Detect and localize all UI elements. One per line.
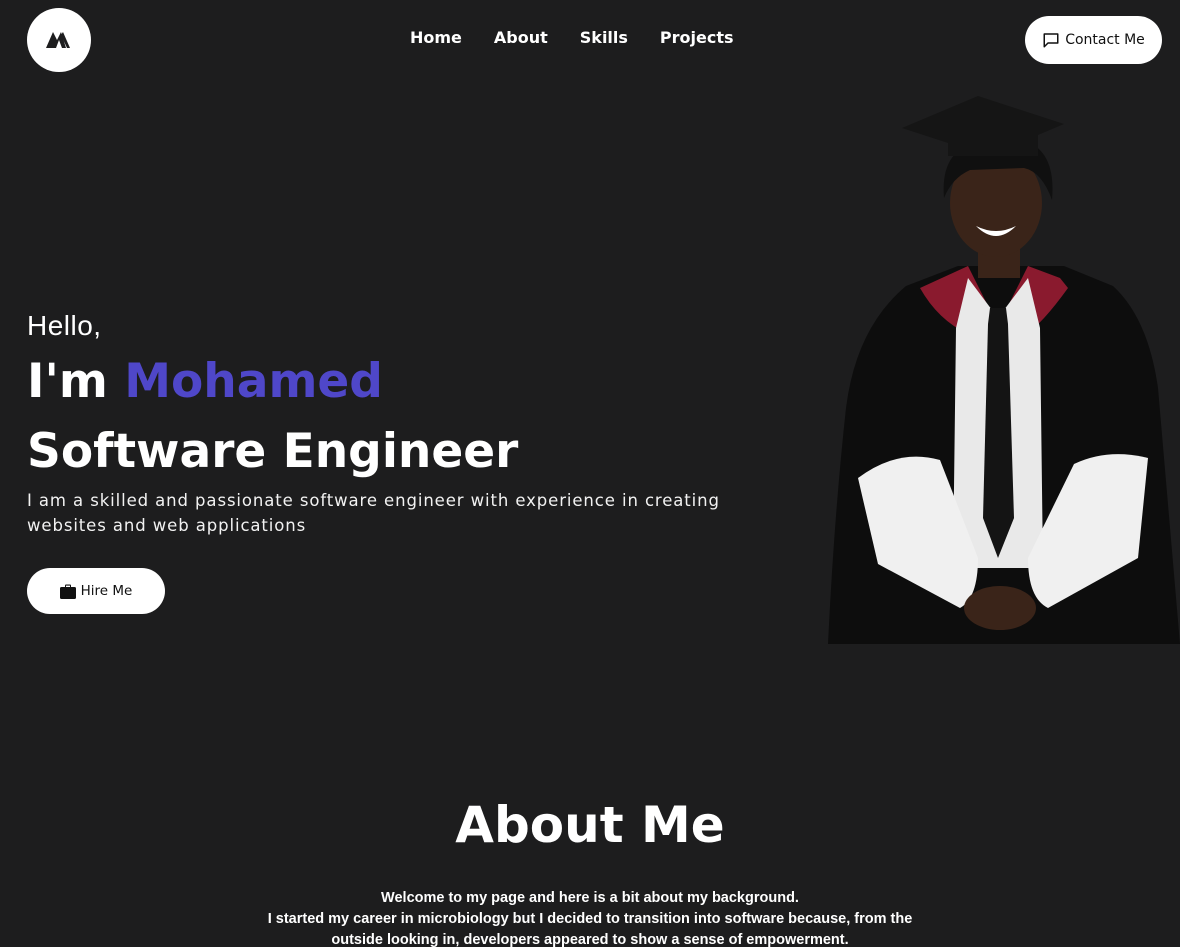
- hire-me-button[interactable]: Hire Me: [27, 568, 165, 614]
- hero-role: Software Engineer: [27, 424, 519, 479]
- nav-skills[interactable]: Skills: [580, 28, 628, 47]
- hero-intro: I am a skilled and passionate software e…: [27, 491, 720, 535]
- mm-monogram-icon: [46, 32, 70, 48]
- message-square-icon: [1043, 33, 1059, 48]
- contact-me-label: Contact Me: [1065, 32, 1145, 48]
- portfolio-page: Home About Skills Projects Contact Me He…: [0, 0, 1180, 947]
- hire-me-label: Hire Me: [80, 583, 133, 599]
- about-line-1: Welcome to my page and here is a bit abo…: [381, 890, 799, 906]
- logo[interactable]: [27, 8, 91, 72]
- main-nav: Home About Skills Projects: [410, 28, 734, 47]
- about-body: Welcome to my page and here is a bit abo…: [240, 888, 940, 947]
- hero-greeting: Hello,: [27, 310, 102, 341]
- nav-about[interactable]: About: [494, 28, 548, 47]
- hero-name: I'm Mohamed: [27, 354, 747, 410]
- briefcase-icon: [59, 584, 76, 599]
- nav-projects[interactable]: Projects: [660, 28, 734, 47]
- contact-me-button[interactable]: Contact Me: [1025, 16, 1162, 64]
- about-line-2: I started my career in microbiology but …: [267, 911, 913, 947]
- nav-home[interactable]: Home: [410, 28, 462, 47]
- hero-name-prefix: I'm: [27, 354, 125, 409]
- graduation-portrait-photo: [828, 96, 1180, 644]
- hero-text: Hello, I'm Mohamed Software Engineer I a…: [27, 310, 747, 538]
- about-title: About Me: [455, 796, 725, 854]
- hero-name-accent: Mohamed: [124, 354, 383, 409]
